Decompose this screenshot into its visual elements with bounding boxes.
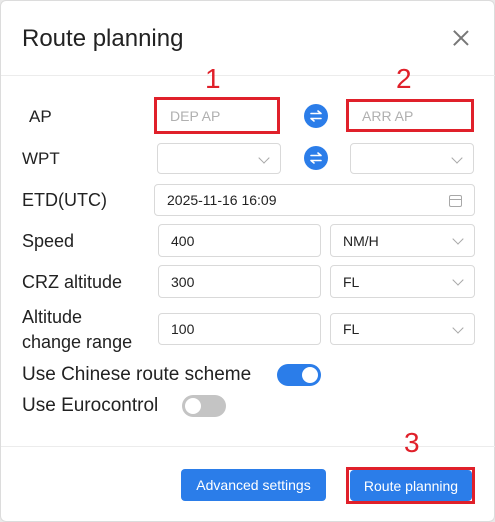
highlight-box-route-planning [346, 467, 475, 504]
chinese-route-scheme-label: Use Chinese route scheme [22, 364, 252, 385]
chevron-down-icon [452, 322, 464, 334]
speed-unit-value: NM/H [343, 232, 379, 249]
crz-altitude-unit-select[interactable]: FL [330, 265, 475, 298]
wpt-arrival-select[interactable] [350, 143, 474, 174]
wpt-departure-select[interactable] [157, 143, 281, 174]
footer-divider [1, 446, 495, 447]
annotation-number-3: 3 [404, 427, 420, 458]
ap-label: AP [29, 107, 52, 126]
etd-label: ETD(UTC) [22, 190, 107, 210]
crz-altitude-unit-value: FL [343, 273, 360, 290]
etd-value: 2025-11-16 16:09 [167, 192, 277, 208]
altitude-change-label-line1: Altitude [22, 307, 83, 327]
close-icon[interactable] [451, 28, 471, 48]
crz-altitude-value: 300 [171, 273, 195, 290]
crz-altitude-input[interactable]: 300 [158, 265, 321, 298]
header-divider [1, 75, 495, 76]
highlight-box-arr-ap [346, 99, 474, 132]
altitude-change-unit-select[interactable]: FL [330, 313, 475, 345]
altitude-change-value: 100 [171, 321, 195, 337]
eurocontrol-toggle[interactable] [182, 395, 226, 417]
route-planning-dialog: Route planning 1 2 AP DEP AP ARR AP WPT … [0, 0, 495, 522]
advanced-settings-button[interactable]: Advanced settings [181, 469, 326, 501]
chevron-down-icon [452, 274, 464, 286]
swap-icon[interactable] [304, 146, 328, 170]
altitude-change-unit-value: FL [343, 321, 360, 337]
chevron-down-icon [258, 152, 270, 164]
speed-unit-select[interactable]: NM/H [330, 224, 475, 257]
chevron-down-icon [451, 152, 463, 164]
altitude-change-input[interactable]: 100 [158, 313, 321, 345]
speed-label: Speed [22, 231, 75, 251]
speed-value: 400 [171, 232, 195, 249]
speed-input[interactable]: 400 [158, 224, 321, 257]
crz-altitude-label: CRZ altitude [22, 272, 123, 292]
chinese-route-scheme-toggle[interactable] [277, 364, 321, 386]
chevron-down-icon [452, 233, 464, 245]
calendar-icon [449, 195, 462, 207]
swap-icon[interactable] [304, 104, 328, 128]
etd-datetime-input[interactable]: 2025-11-16 16:09 [154, 184, 475, 216]
wpt-label: WPT [22, 149, 60, 168]
dialog-title: Route planning [22, 25, 184, 52]
eurocontrol-label: Use Eurocontrol [22, 395, 159, 416]
annotation-number-2: 2 [396, 63, 412, 94]
toggle-knob [302, 367, 318, 383]
altitude-change-label-line2: change range [22, 332, 133, 352]
highlight-box-dep-ap [154, 97, 280, 134]
toggle-knob [185, 398, 201, 414]
annotation-number-1: 1 [205, 63, 221, 94]
